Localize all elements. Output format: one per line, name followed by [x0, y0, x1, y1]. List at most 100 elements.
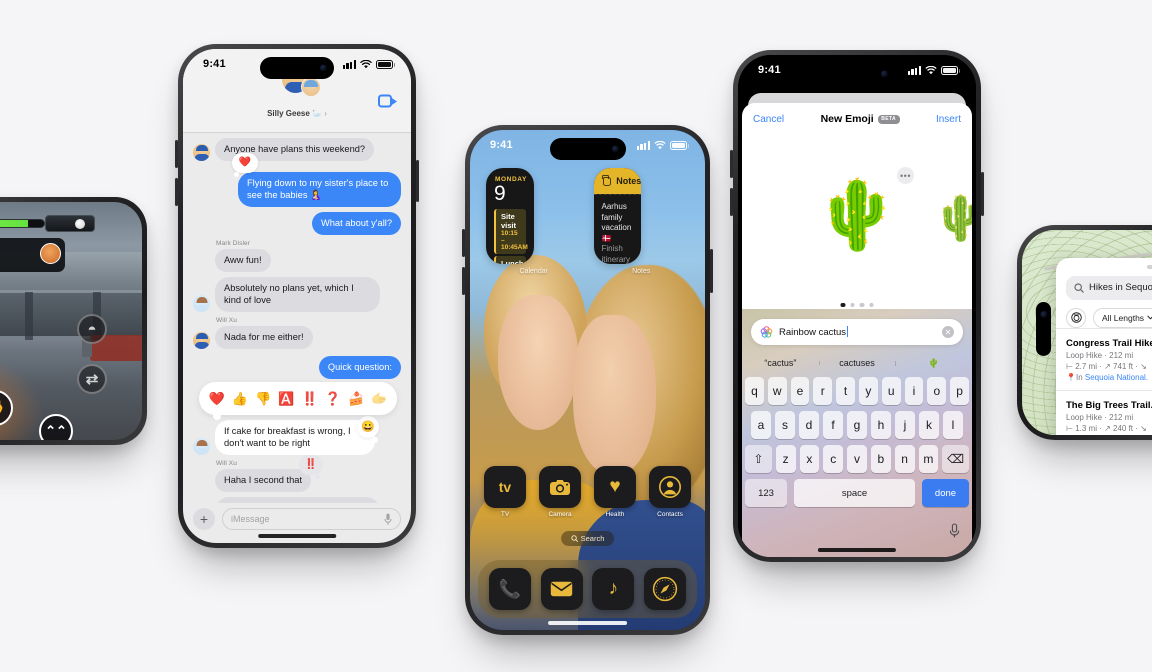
key-x[interactable]: x: [799, 445, 820, 473]
tapback-option[interactable]: 👍: [232, 392, 248, 405]
key-v[interactable]: v: [847, 445, 867, 473]
cancel-button[interactable]: Cancel: [753, 114, 784, 125]
swap-button[interactable]: ⇄: [77, 364, 107, 394]
key-k[interactable]: k: [919, 411, 939, 439]
backspace-key[interactable]: ⌫: [942, 445, 970, 473]
key-z[interactable]: z: [775, 445, 796, 473]
page-dot[interactable]: [850, 302, 855, 307]
tapback-exclamation[interactable]: ‼️: [299, 455, 324, 479]
key-t[interactable]: t: [836, 377, 855, 405]
tapback-option[interactable]: ❓: [325, 392, 341, 405]
key-s[interactable]: s: [775, 411, 795, 439]
music-note-icon[interactable]: ♪: [592, 568, 635, 610]
search-button[interactable]: Search: [560, 531, 615, 546]
boost-button[interactable]: ◓: [77, 314, 107, 344]
add-attachment-button[interactable]: +: [193, 508, 215, 530]
app-camera[interactable]: Camera: [539, 466, 581, 518]
prediction-item[interactable]: cactuses: [818, 358, 896, 368]
tapback-option[interactable]: ❤️: [209, 392, 225, 405]
generated-emoji-next[interactable]: 🌵: [933, 197, 972, 241]
app-contacts[interactable]: Contacts: [649, 466, 691, 518]
microphone-icon[interactable]: [384, 513, 392, 525]
key-q[interactable]: q: [745, 377, 764, 405]
phone-icon[interactable]: 📞: [488, 568, 531, 610]
compass-icon[interactable]: [644, 568, 687, 610]
location-link[interactable]: Sequoia National.: [1085, 435, 1148, 436]
calendar-widget[interactable]: MONDAY 9 Site visit 10:15 – 10:45AM Lunc…: [486, 168, 534, 264]
key-a[interactable]: a: [751, 411, 771, 439]
clear-x-icon[interactable]: ✕: [942, 326, 954, 338]
page-dot[interactable]: [869, 302, 874, 307]
volume-up-button[interactable]: [730, 150, 733, 178]
volume-down-button[interactable]: [175, 178, 178, 206]
message-bubble[interactable]: Absolutely no plans yet, which I kind of…: [215, 277, 380, 312]
notes-widget[interactable]: Notes Aarhus family vacation 🇩🇰 Finish i…: [593, 168, 642, 264]
tapback-heart[interactable]: ❤️: [232, 153, 258, 177]
message-bubble[interactable]: Flying down to my sister's place to see …: [232, 153, 401, 207]
key-i[interactable]: i: [904, 377, 924, 405]
key-l[interactable]: l: [943, 411, 963, 439]
key-h[interactable]: h: [871, 411, 891, 439]
key-e[interactable]: e: [790, 377, 810, 405]
power-button[interactable]: [981, 172, 984, 216]
message-bubble[interactable]: What about y'all?: [311, 212, 401, 235]
prediction-item[interactable]: 🌵: [895, 358, 972, 369]
all-lengths-filter[interactable]: All Lengths: [1093, 307, 1152, 328]
tapback-option[interactable]: 🫱: [371, 392, 387, 405]
key-g[interactable]: g: [847, 411, 867, 439]
volume-up-button[interactable]: [462, 229, 465, 257]
volume-down-button[interactable]: [730, 188, 733, 216]
numbers-key[interactable]: 123: [745, 479, 787, 507]
rings-icon[interactable]: [1066, 307, 1086, 328]
imessage-input[interactable]: iMessage: [222, 508, 401, 530]
key-o[interactable]: o: [927, 377, 947, 405]
message-bubble[interactable]: Life's too short to leave a slice behind: [215, 497, 380, 503]
prediction-item[interactable]: “cactus”: [742, 358, 819, 368]
mail-icon[interactable]: [540, 568, 583, 610]
calendar-event[interactable]: Lunch with Andy 11AM – 12PM: [494, 256, 526, 264]
microphone-icon[interactable]: [949, 523, 960, 541]
volume-down-button[interactable]: [462, 267, 465, 295]
tapback-option[interactable]: 👎: [255, 392, 271, 405]
facetime-button[interactable]: [378, 94, 397, 108]
key-n[interactable]: n: [894, 445, 915, 473]
power-button[interactable]: [710, 249, 713, 293]
message-bubble[interactable]: Quick question:: [318, 356, 401, 379]
page-dot-active[interactable]: [840, 302, 845, 307]
done-key[interactable]: done: [922, 479, 969, 507]
tapback-option[interactable]: 🍰: [348, 392, 364, 405]
power-button[interactable]: [416, 160, 419, 202]
key-c[interactable]: c: [823, 445, 844, 473]
shift-key[interactable]: ⇧: [745, 445, 772, 473]
maps-search-input[interactable]: Hikes in Sequoia: [1066, 275, 1152, 300]
tapback-picker[interactable]: ❤️ 👍 👎 🅰️ ‼️ ❓ 🍰 🫱: [199, 382, 397, 420]
tapback-smiley[interactable]: 😀: [357, 416, 379, 443]
key-f[interactable]: f: [823, 411, 843, 439]
message-bubble[interactable]: Aww fun!: [215, 249, 271, 272]
volume-up-button[interactable]: [175, 140, 178, 168]
sheet-grabber[interactable]: [1146, 265, 1152, 269]
key-j[interactable]: j: [895, 411, 915, 439]
maps-result-row[interactable]: Congress Trail Hike Loop Hike · 212 mi ⊢…: [1056, 327, 1152, 390]
key-u[interactable]: u: [881, 377, 901, 405]
key-d[interactable]: d: [799, 411, 819, 439]
location-link[interactable]: Sequoia National.: [1085, 373, 1148, 382]
key-w[interactable]: w: [767, 377, 787, 405]
message-bubble[interactable]: If cake for breakfast is wrong, I don't …: [215, 416, 379, 455]
emoji-description-input[interactable]: Rainbow cactus ✕: [751, 319, 963, 345]
app-tv[interactable]: tv TV: [484, 466, 526, 518]
app-health[interactable]: ♥ Health: [594, 466, 636, 518]
message-thread[interactable]: Anyone have plans this weekend? Flying d…: [183, 133, 411, 503]
key-b[interactable]: b: [870, 445, 891, 473]
conversation-title[interactable]: Silly Geese 🦢 ›: [183, 109, 411, 118]
key-m[interactable]: m: [918, 445, 939, 473]
page-dot[interactable]: [859, 302, 864, 307]
chevrons-button[interactable]: ⌃⌃: [39, 414, 73, 440]
tapback-option[interactable]: 🅰️: [278, 392, 294, 405]
emoji-carousel[interactable]: ••• 🌵 🌵: [742, 135, 972, 315]
key-p[interactable]: p: [950, 377, 969, 405]
message-bubble[interactable]: Nada for me either!: [215, 326, 313, 349]
tapback-option[interactable]: ‼️: [302, 392, 318, 405]
key-r[interactable]: r: [813, 377, 833, 405]
maps-result-row[interactable]: The Big Trees Trail. Loop Hike · 212 mi …: [1056, 389, 1152, 436]
